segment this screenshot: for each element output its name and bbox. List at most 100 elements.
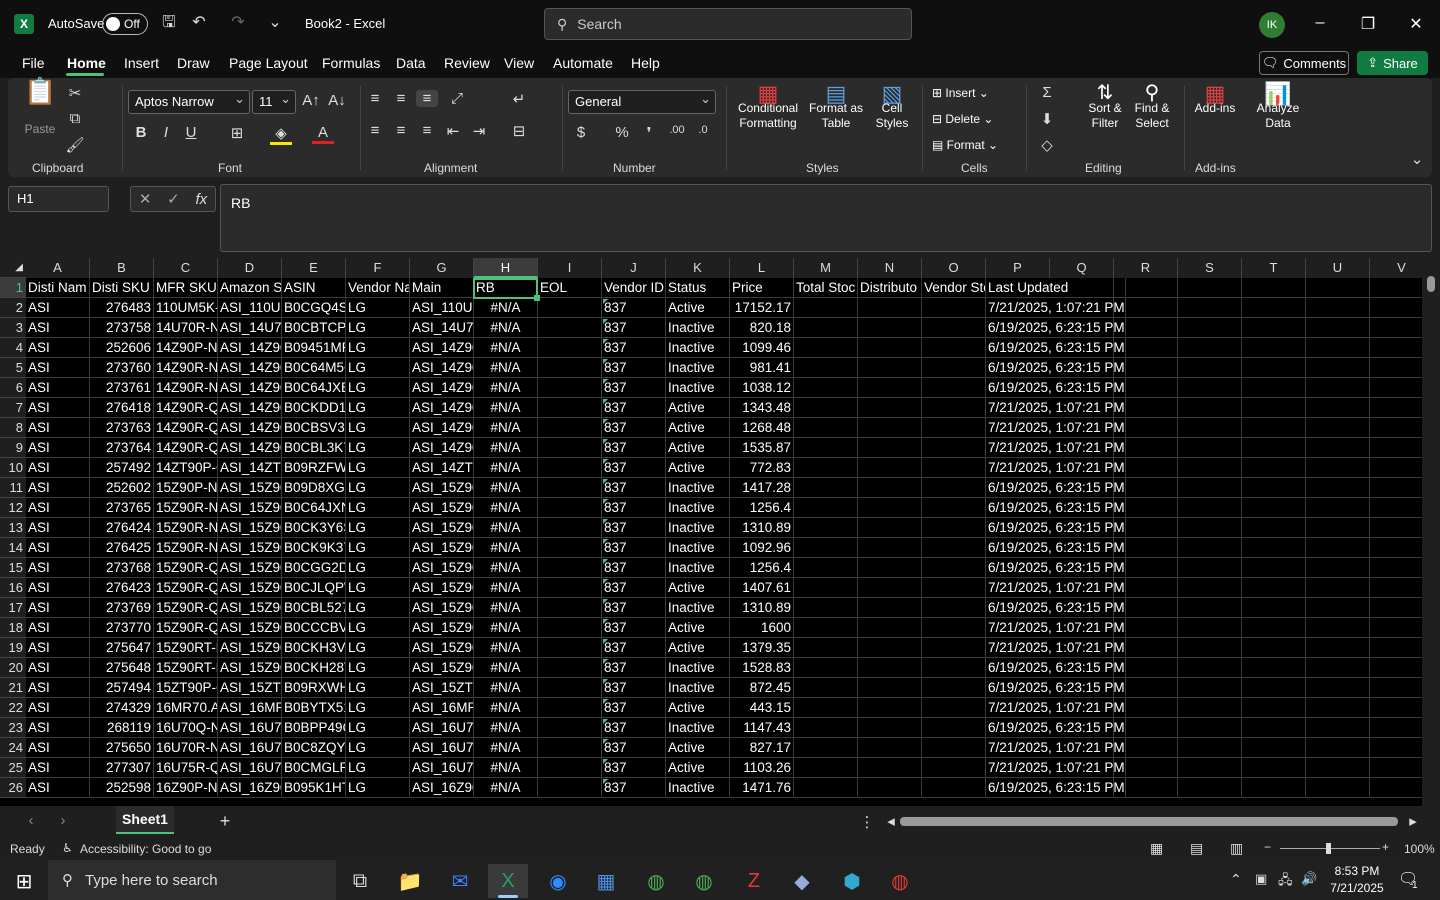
table-cell[interactable]: 275650 — [90, 738, 154, 758]
table-cell[interactable]: Active — [666, 738, 730, 758]
table-cell[interactable]: 276423 — [90, 578, 154, 598]
windows-start-icon[interactable]: ⊞ — [4, 864, 44, 898]
table-cell[interactable]: ASI_16U70 — [410, 718, 474, 738]
table-cell[interactable]: 7/21/2025, 1:07:21 PM — [986, 398, 1126, 418]
table-cell[interactable] — [1370, 398, 1422, 418]
table-cell[interactable] — [1178, 398, 1242, 418]
table-cell[interactable]: B0BYTX51 — [282, 698, 346, 718]
table-cell[interactable] — [1370, 318, 1422, 338]
format-as-table-button[interactable]: ▤ Format as Table — [808, 83, 864, 131]
column-header[interactable]: Q — [1050, 258, 1114, 278]
table-cell[interactable] — [1178, 438, 1242, 458]
network-icon[interactable]: 🖧 — [1278, 871, 1293, 893]
spreadsheet-grid[interactable]: ◢ A B C D E F G H I J K L M N O P Q R S T U V 1 Disti Nam Disti S… — [0, 258, 1422, 806]
table-cell[interactable] — [538, 538, 602, 558]
table-cell[interactable]: 837 — [602, 438, 666, 458]
table-cell[interactable] — [794, 518, 858, 538]
table-cell[interactable]: 7/21/2025, 1:07:21 PM — [986, 618, 1126, 638]
table-cell[interactable] — [1242, 558, 1306, 578]
table-cell[interactable]: 17152.17 — [730, 298, 794, 318]
row-header[interactable]: 2 — [0, 298, 26, 318]
table-cell[interactable]: 15Z90R-N. — [154, 518, 218, 538]
table-cell[interactable]: 14Z90R-Q. — [154, 398, 218, 418]
table-cell[interactable]: 14Z90P-N. — [154, 338, 218, 358]
tab-file[interactable]: File — [22, 55, 45, 71]
table-cell[interactable] — [858, 678, 922, 698]
table-cell[interactable]: 443.15 — [730, 698, 794, 718]
vertical-scroll-thumb[interactable] — [1427, 276, 1435, 292]
avatar[interactable]: IK — [1259, 12, 1285, 38]
table-cell[interactable] — [1178, 538, 1242, 558]
fill-icon[interactable]: ⬇ — [1036, 110, 1058, 128]
table-cell[interactable] — [858, 518, 922, 538]
table-cell[interactable]: LG — [346, 778, 410, 798]
table-cell[interactable]: Inactive — [666, 558, 730, 578]
table-cell[interactable]: 6/19/2025, 6:23:15 PM — [986, 558, 1126, 578]
table-cell[interactable]: ASI — [26, 678, 90, 698]
column-header[interactable]: I — [538, 258, 602, 278]
next-sheet-icon[interactable]: › — [52, 812, 74, 829]
row-header[interactable]: 12 — [0, 498, 26, 518]
table-cell[interactable]: 15Z90P-N. — [154, 478, 218, 498]
table-cell[interactable] — [1242, 678, 1306, 698]
table-cell[interactable]: 7/21/2025, 1:07:21 PM — [986, 738, 1126, 758]
table-cell[interactable] — [1178, 378, 1242, 398]
page-break-view-icon[interactable]: ▥ — [1230, 840, 1243, 857]
row-header[interactable]: 18 — [0, 618, 26, 638]
table-cell[interactable]: 837 — [602, 298, 666, 318]
table-cell[interactable]: ASI — [26, 758, 90, 778]
table-cell[interactable] — [858, 538, 922, 558]
table-cell[interactable] — [922, 718, 986, 738]
table-cell[interactable]: 1103.26 — [730, 758, 794, 778]
table-cell[interactable]: ASI — [26, 338, 90, 358]
table-cell[interactable]: 837 — [602, 758, 666, 778]
table-cell[interactable]: 837 — [602, 358, 666, 378]
column-header[interactable]: A — [26, 258, 90, 278]
accessibility-status[interactable]: Accessibility: Good to go — [80, 842, 211, 856]
table-cell[interactable] — [1242, 518, 1306, 538]
table-cell[interactable]: Distributo — [858, 278, 922, 298]
table-cell[interactable]: B09RXWH — [282, 678, 346, 698]
table-cell[interactable]: LG — [346, 718, 410, 738]
table-cell[interactable] — [1242, 698, 1306, 718]
table-cell[interactable]: 837 — [602, 318, 666, 338]
table-cell[interactable]: 252606 — [90, 338, 154, 358]
table-cell[interactable]: 6/19/2025, 6:23:15 PM — [986, 338, 1126, 358]
column-header[interactable]: E — [282, 258, 346, 278]
table-cell[interactable] — [1370, 698, 1422, 718]
table-cell[interactable] — [1306, 438, 1370, 458]
table-cell[interactable]: Status — [666, 278, 730, 298]
table-cell[interactable] — [1178, 658, 1242, 678]
table-cell[interactable] — [1370, 678, 1422, 698]
table-cell[interactable]: 6/19/2025, 6:23:15 PM — [986, 658, 1126, 678]
table-cell[interactable]: 7/21/2025, 1:07:21 PM — [986, 298, 1126, 318]
table-cell[interactable]: 257492 — [90, 458, 154, 478]
table-cell[interactable]: 6/19/2025, 6:23:15 PM — [986, 358, 1126, 378]
chrome-profile-icon[interactable]: ◍ — [684, 864, 724, 898]
table-cell[interactable] — [1370, 658, 1422, 678]
table-cell[interactable]: B0CKH28T — [282, 658, 346, 678]
table-cell[interactable] — [1370, 378, 1422, 398]
format-painter-icon[interactable]: 🖌 — [64, 136, 86, 154]
app-icon[interactable]: ◆ — [782, 864, 822, 898]
table-cell[interactable] — [538, 298, 602, 318]
table-cell[interactable]: 872.45 — [730, 678, 794, 698]
table-cell[interactable]: LG — [346, 638, 410, 658]
table-cell[interactable] — [538, 558, 602, 578]
table-cell[interactable]: #N/A — [474, 658, 538, 678]
zoom-out-icon[interactable]: − — [1264, 840, 1271, 854]
table-cell[interactable]: ASI_15Z90 — [218, 658, 282, 678]
scroll-left-icon[interactable]: ◂ — [880, 812, 902, 830]
align-right-icon[interactable]: ≡ — [416, 122, 438, 139]
table-cell[interactable] — [858, 418, 922, 438]
table-cell[interactable]: Price — [730, 278, 794, 298]
table-cell[interactable]: 6/19/2025, 6:23:15 PM — [986, 778, 1126, 798]
table-cell[interactable] — [538, 438, 602, 458]
table-cell[interactable]: 1600 — [730, 618, 794, 638]
table-cell[interactable]: B0CKDD1L — [282, 398, 346, 418]
table-cell[interactable] — [1242, 738, 1306, 758]
table-cell[interactable] — [538, 318, 602, 338]
column-header[interactable]: H — [474, 258, 538, 278]
table-cell[interactable]: 15Z90R-N. — [154, 498, 218, 518]
table-cell[interactable] — [538, 678, 602, 698]
